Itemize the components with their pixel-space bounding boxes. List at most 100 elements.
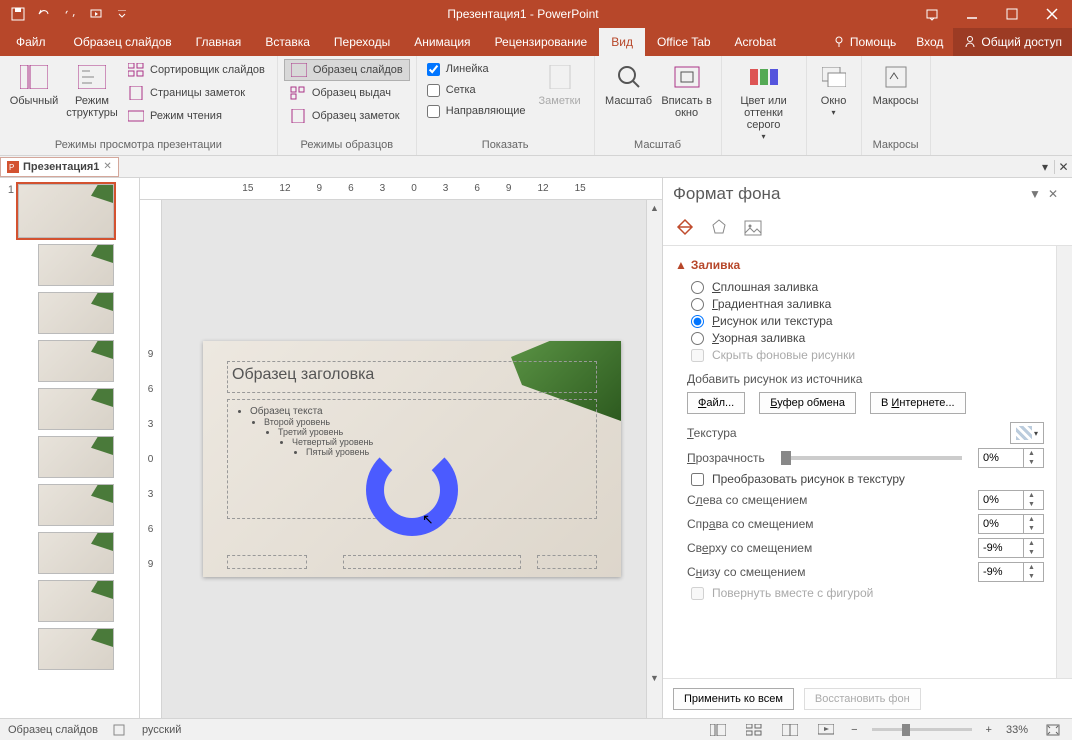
sign-in-button[interactable]: Вход xyxy=(906,28,953,56)
layout-thumbnail[interactable] xyxy=(38,388,114,430)
close-tab-icon[interactable]: ✕ xyxy=(103,161,111,172)
spell-check-icon[interactable] xyxy=(112,723,128,737)
tab-slide-master[interactable]: Образец слайдов xyxy=(62,28,184,56)
undo-button[interactable] xyxy=(32,3,56,25)
offset-right-spinner[interactable]: ▲▼ xyxy=(978,514,1044,534)
offset-top-spinner[interactable]: ▲▼ xyxy=(978,538,1044,558)
pane-close-button[interactable]: ✕ xyxy=(1044,185,1062,203)
effects-tab-icon[interactable] xyxy=(707,216,731,240)
picture-fill-radio[interactable]: Рисунок или текстура xyxy=(691,314,1044,328)
zoom-out-button[interactable]: − xyxy=(851,724,857,736)
window-button[interactable]: Окно▾ xyxy=(813,59,855,121)
horizontal-ruler[interactable]: 151296303691215 xyxy=(140,178,662,200)
pane-scrollbar[interactable] xyxy=(1056,246,1072,678)
layout-thumbnail[interactable] xyxy=(38,484,114,526)
scroll-down-icon[interactable]: ▼ xyxy=(647,670,662,686)
pane-body: ▲ Заливка Сплошная заливка Градиентная з… xyxy=(663,246,1056,678)
date-placeholder[interactable] xyxy=(227,555,307,569)
macros-button[interactable]: Макросы xyxy=(868,59,924,109)
tab-view[interactable]: Вид xyxy=(599,28,645,56)
picture-tab-icon[interactable] xyxy=(741,216,765,240)
layout-thumbnail[interactable] xyxy=(38,340,114,382)
zoom-button[interactable]: Масштаб xyxy=(601,59,657,109)
share-button[interactable]: Общий доступ xyxy=(953,28,1072,56)
tile-checkbox[interactable]: Преобразовать рисунок в текстуру xyxy=(691,472,1044,486)
slide-master-button[interactable]: Образец слайдов xyxy=(284,59,410,81)
apply-all-button[interactable]: Применить ко всем xyxy=(673,688,794,710)
title-placeholder[interactable]: Образец заголовка xyxy=(227,361,597,393)
guides-checkbox[interactable]: Направляющие xyxy=(423,101,530,121)
sorter-view-icon[interactable] xyxy=(743,721,765,739)
tab-file[interactable]: Файл xyxy=(0,28,62,56)
layout-thumbnail[interactable] xyxy=(38,532,114,574)
color-grayscale-button[interactable]: Цвет или оттенки серого▾ xyxy=(728,59,800,145)
offset-bottom-spinner[interactable]: ▲▼ xyxy=(978,562,1044,582)
reading-view-icon[interactable] xyxy=(779,721,801,739)
zoom-slider[interactable] xyxy=(872,728,972,731)
reading-view-button[interactable]: Режим чтения xyxy=(122,105,271,127)
slide-number-placeholder[interactable] xyxy=(537,555,597,569)
offset-right-label: Справа со смещением xyxy=(687,517,970,531)
solid-fill-radio[interactable]: Сплошная заливка xyxy=(691,280,1044,294)
transparency-slider[interactable] xyxy=(781,456,962,460)
normal-view-button[interactable]: Обычный xyxy=(6,59,62,109)
group-label: Масштаб xyxy=(601,139,715,155)
maximize-button[interactable] xyxy=(992,0,1032,28)
fill-section-header[interactable]: ▲ Заливка xyxy=(675,258,1044,272)
tab-review[interactable]: Рецензирование xyxy=(483,28,600,56)
vertical-scrollbar[interactable]: ▲ ▼ xyxy=(646,200,662,718)
layout-thumbnail[interactable] xyxy=(38,628,114,670)
qat-customize-button[interactable] xyxy=(110,3,134,25)
gradient-fill-radio[interactable]: Градиентная заливка xyxy=(691,297,1044,311)
start-slideshow-button[interactable] xyxy=(84,3,108,25)
pattern-fill-radio[interactable]: Узорная заливка xyxy=(691,331,1044,345)
fill-tab-icon[interactable] xyxy=(673,216,697,240)
save-button[interactable] xyxy=(6,3,30,25)
layout-thumbnail[interactable] xyxy=(38,292,114,334)
clipboard-button[interactable]: Буфер обмена xyxy=(759,392,856,414)
layout-thumbnail[interactable] xyxy=(38,244,114,286)
tab-animation[interactable]: Анимация xyxy=(402,28,482,56)
fit-view-icon[interactable] xyxy=(1042,721,1064,739)
scroll-up-icon[interactable]: ▲ xyxy=(647,200,662,216)
layout-thumbnail[interactable] xyxy=(38,436,114,478)
close-all-button[interactable]: ✕ xyxy=(1054,160,1072,174)
redo-button[interactable] xyxy=(58,3,82,25)
handout-master-button[interactable]: Образец выдач xyxy=(284,82,410,104)
close-button[interactable] xyxy=(1032,0,1072,28)
fit-window-button[interactable]: Вписать в окно xyxy=(659,59,715,121)
transparency-spinner[interactable]: ▲▼ xyxy=(978,448,1044,468)
transparency-label: Прозрачность xyxy=(687,451,765,465)
minimize-button[interactable] xyxy=(952,0,992,28)
notes-master-button[interactable]: Образец заметок xyxy=(284,105,410,127)
tell-me-button[interactable]: Помощь xyxy=(822,28,906,56)
tab-acrobat[interactable]: Acrobat xyxy=(723,28,788,56)
vertical-ruler[interactable]: 9630369 xyxy=(140,200,162,718)
zoom-level[interactable]: 33% xyxy=(1006,724,1028,736)
slide-sorter-button[interactable]: Сортировщик слайдов xyxy=(122,59,271,81)
online-button[interactable]: В Интернете... xyxy=(870,392,966,414)
notes-page-button[interactable]: Страницы заметок xyxy=(122,82,271,104)
tab-list-button[interactable]: ▾ xyxy=(1036,160,1054,174)
tab-insert[interactable]: Вставка xyxy=(253,28,322,56)
ribbon-options-button[interactable] xyxy=(912,0,952,28)
document-tab[interactable]: P Презентация1 ✕ xyxy=(0,157,119,177)
offset-left-spinner[interactable]: ▲▼ xyxy=(978,490,1044,510)
ruler-checkbox[interactable]: Линейка xyxy=(423,59,530,79)
texture-picker[interactable]: ▾ xyxy=(1010,422,1044,444)
layout-thumbnail[interactable] xyxy=(38,580,114,622)
slideshow-view-icon[interactable] xyxy=(815,721,837,739)
pane-options-button[interactable]: ▼ xyxy=(1026,185,1044,203)
master-thumbnail[interactable] xyxy=(18,184,114,238)
status-language[interactable]: русский xyxy=(142,724,181,736)
tab-home[interactable]: Главная xyxy=(184,28,254,56)
file-button[interactable]: Файл... xyxy=(687,392,745,414)
outline-view-button[interactable]: Режим структуры xyxy=(64,59,120,121)
normal-view-icon[interactable] xyxy=(707,721,729,739)
tab-transitions[interactable]: Переходы xyxy=(322,28,402,56)
grid-checkbox[interactable]: Сетка xyxy=(423,80,530,100)
zoom-in-button[interactable]: + xyxy=(986,724,992,736)
tab-office-tab[interactable]: Office Tab xyxy=(645,28,723,56)
footer-placeholder[interactable] xyxy=(343,555,521,569)
slide-canvas[interactable]: Образец заголовка Образец текста Второй … xyxy=(162,200,662,718)
